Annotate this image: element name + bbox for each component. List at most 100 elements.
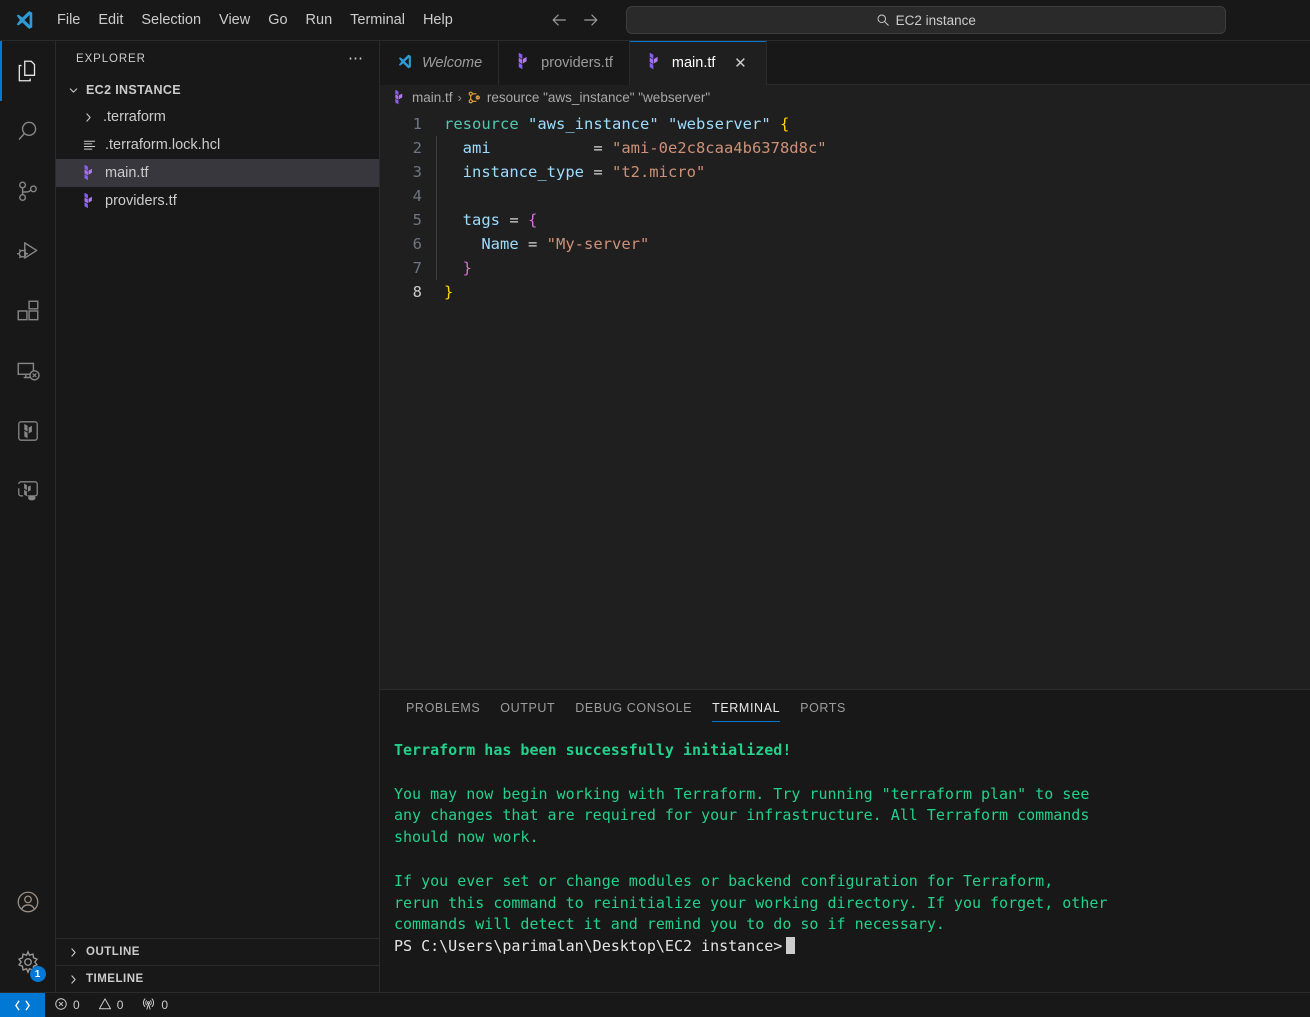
panel-tab-bar: PROBLEMS OUTPUT DEBUG CONSOLE TERMINAL P… [380,690,1310,726]
tree-item-label: main.tf [105,165,149,181]
menu-run[interactable]: Run [297,8,342,32]
tree-item-providers-tf[interactable]: providers.tf [56,187,379,215]
terminal-cursor [786,937,796,955]
remote-window-icon[interactable] [0,992,45,1017]
close-icon[interactable]: ✕ [730,53,750,73]
ellipsis-icon[interactable]: ⋯ [348,51,365,66]
ports-count: 0 [161,998,169,1012]
tree-item-terraform-folder[interactable]: .terraform [56,103,379,131]
error-icon [54,997,68,1014]
terminal-prompt: PS C:\Users\parimalan\Desktop\EC2 instan… [394,937,783,956]
status-errors[interactable]: 0 [45,993,89,1017]
editor-tab-label: providers.tf [541,55,613,71]
tab-problems[interactable]: PROBLEMS [396,690,490,726]
editor-tab-welcome[interactable]: Welcome [380,41,500,85]
activity-bar: 1 [0,41,56,992]
editor-tab-label: Welcome [422,55,483,71]
editor-tab-label: main.tf [671,55,716,71]
terminal-line: commands will detect it and remind you t… [394,915,945,934]
search-icon [876,13,890,27]
tab-terminal[interactable]: TERMINAL [702,690,790,726]
breadcrumb: main.tf › resource "aws_instance" "webse… [380,85,1310,109]
command-center[interactable]: EC2 instance [625,6,1226,34]
terraform-file-icon [80,193,98,209]
arrow-right-icon[interactable] [582,11,600,29]
line-content: ami = "ami-0e2c8caa4b6378d8c" [436,136,827,160]
menu-bar: File Edit Selection View Go Run Terminal… [48,8,462,32]
activity-item-run-and-debug[interactable] [0,221,56,281]
menu-file[interactable]: File [48,8,89,32]
terminal-line: If you ever set or change modules or bac… [394,871,1054,890]
status-ports[interactable]: 0 [132,993,177,1017]
tab-output[interactable]: OUTPUT [490,690,565,726]
tree-item-main-tf[interactable]: main.tf [56,159,379,187]
activity-item-terraform[interactable] [0,401,56,461]
code-line: 5 tags = { [380,208,1310,232]
activity-item-source-control[interactable] [0,161,56,221]
terminal-line: rerun this command to reinitialize your … [394,893,1108,912]
vscode-logo-icon [0,9,48,31]
line-content: instance_type = "t2.micro" [436,160,705,184]
tab-debug-console[interactable]: DEBUG CONSOLE [565,690,702,726]
editor-tab-providers-tf[interactable]: providers.tf [499,41,630,85]
manage-badge: 1 [29,966,46,982]
code-editor[interactable]: 1 resource "aws_instance" "webserver" { … [380,109,1310,689]
activity-item-manage[interactable]: 1 [0,932,56,992]
activity-item-search[interactable] [0,101,56,161]
line-number: 8 [412,283,422,301]
activity-item-explorer[interactable] [0,41,56,101]
sidebar-section-outline[interactable]: OUTLINE [56,938,379,965]
terminal-line: Terraform has been successfully initiali… [394,741,792,759]
terminal-output[interactable]: Terraform has been successfully initiali… [380,726,1310,992]
sidebar-section-label: TIMELINE [86,973,144,985]
tree-item-label: providers.tf [105,193,177,209]
chevron-down-icon [65,84,81,97]
chevron-right-icon [65,973,81,986]
warning-icon [98,997,112,1014]
tree-item-label: .terraform [103,109,166,125]
line-content: } [444,283,454,301]
line-number: 3 [412,163,422,181]
activity-item-extensions[interactable] [0,281,56,341]
code-line: 1 resource "aws_instance" "webserver" { [380,112,1310,136]
bottom-panel: PROBLEMS OUTPUT DEBUG CONSOLE TERMINAL P… [380,689,1310,992]
breadcrumb-item-symbol[interactable]: resource "aws_instance" "webserver" [487,90,710,105]
menu-view[interactable]: View [210,8,259,32]
radio-tower-icon [141,996,156,1014]
terraform-file-icon [392,89,407,105]
editor-group: Welcome providers.tf main.tf ✕ main.tf ›… [380,41,1310,992]
code-line: 8 } [380,280,1310,304]
symbol-struct-icon [467,90,482,105]
hcl-file-icon [80,138,98,153]
editor-tab-main-tf[interactable]: main.tf ✕ [629,41,768,85]
activity-item-remote-explorer[interactable] [0,341,56,401]
tree-item-label: .terraform.lock.hcl [105,137,221,153]
tree-root-folder[interactable]: EC2 INSTANCE [56,77,379,103]
terminal-line: any changes that are required for your i… [394,806,1090,825]
editor-tab-bar: Welcome providers.tf main.tf ✕ [380,41,1310,85]
line-content: resource "aws_instance" "webserver" { [444,115,790,133]
warning-count: 0 [116,998,124,1012]
activity-item-accounts[interactable] [0,872,56,932]
status-warnings[interactable]: 0 [89,993,133,1017]
sidebar-section-timeline[interactable]: TIMELINE [56,965,379,992]
line-number: 1 [412,115,422,133]
arrow-left-icon[interactable] [550,11,568,29]
menu-help[interactable]: Help [414,8,462,32]
sidebar-section-label: OUTLINE [86,946,140,958]
menu-edit[interactable]: Edit [89,8,132,32]
command-center-value: EC2 instance [895,12,976,28]
tree-item-terraform-lock-hcl[interactable]: .terraform.lock.hcl [56,131,379,159]
terminal-line: should now work. [394,828,539,847]
code-line: 7 } [380,256,1310,280]
breadcrumb-item-file[interactable]: main.tf [412,90,453,105]
line-number: 4 [412,187,422,205]
tab-ports[interactable]: PORTS [790,690,856,726]
activity-item-terraform-cloud[interactable] [0,461,56,521]
menu-selection[interactable]: Selection [132,8,210,32]
line-content: tags = { [436,208,537,232]
menu-terminal[interactable]: Terminal [341,8,414,32]
menu-go[interactable]: Go [259,8,296,32]
